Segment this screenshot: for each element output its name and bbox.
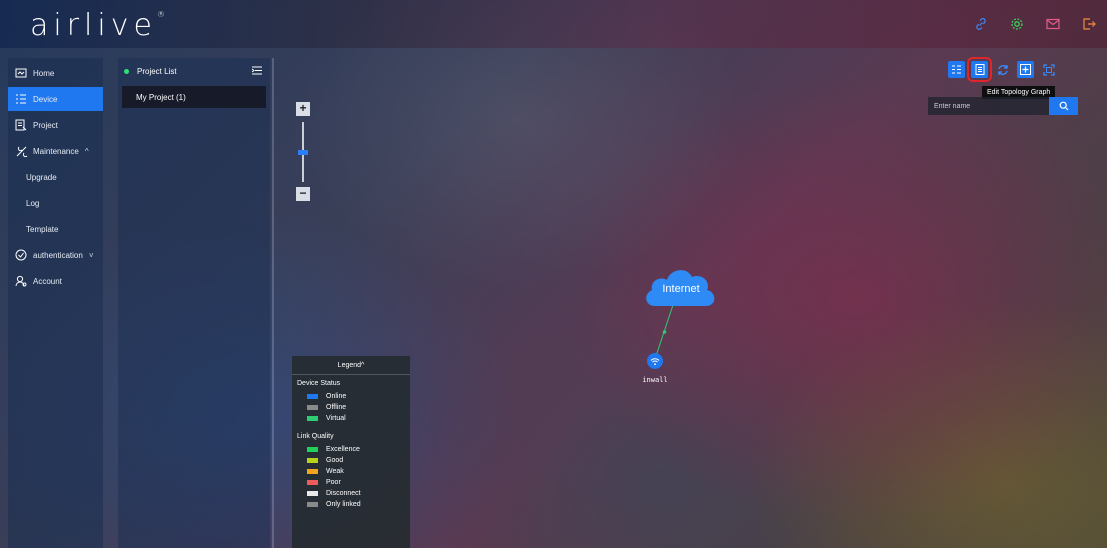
legend-item: Offline [292,402,410,413]
sidebar-item-template[interactable]: Template [8,217,103,241]
device-search [928,97,1078,115]
project-icon [14,118,28,132]
sidebar-item-label: Maintenance [33,146,79,156]
status-dot [124,68,129,74]
legend-toggle[interactable]: Legend^ [292,356,410,375]
legend-item: Online [292,391,410,402]
chevron-up-icon: ^ [84,146,89,156]
sidebar-item-label: Template [26,224,59,234]
wifi-device-icon[interactable] [647,353,663,369]
sidebar-item-maintenance[interactable]: Maintenance ^ [8,139,103,163]
zoom-slider-thumb[interactable] [298,150,308,155]
refresh-button[interactable] [994,61,1011,78]
mail-icon[interactable] [1043,14,1063,34]
add-box-icon [1020,64,1031,75]
airlive-logo[interactable]: airlive® [30,8,165,43]
sidebar-item-label: Project [33,120,58,130]
edit-topology-button[interactable] [967,57,992,82]
project-item[interactable]: My Project (1) [122,86,266,108]
link-icon[interactable] [971,14,991,34]
legend-item: Excellence [292,444,410,455]
sidebar-item-label: authentication [33,250,83,260]
legend-item: Good [292,455,410,466]
search-button[interactable] [1049,97,1078,115]
search-input[interactable] [928,97,1049,115]
sidebar-item-label: Upgrade [26,172,57,182]
top-header: airlive® [0,0,1107,48]
legend-panel: Legend^ Device Status Online Offline Vir… [292,356,410,548]
device-list-icon [14,92,28,106]
sidebar-nav: Home Device Project Maintenance ^ Upgrad… [8,58,103,548]
project-list-panel: Project List My Project (1) [118,58,270,548]
shield-check-icon [14,248,28,262]
topology-toolbar [948,57,1057,82]
project-list-title: Project List [137,66,177,76]
search-icon [1059,101,1068,111]
sidebar-item-upgrade[interactable]: Upgrade [8,165,103,189]
internet-label: Internet [662,283,700,295]
sidebar-item-project[interactable]: Project [8,113,103,137]
home-icon [14,66,28,80]
sidebar-item-label: Home [33,68,55,78]
device-status-title: Device Status [297,380,341,387]
legend-item: Only linked [292,499,410,510]
sidebar-item-label: Log [26,198,40,208]
tools-icon [14,144,28,158]
legend-item: Disconnect [292,488,410,499]
sidebar-item-label: Device [33,94,58,104]
edit-document-icon [975,64,984,75]
fit-screen-button[interactable] [1040,61,1057,78]
chevron-down-icon: ˅ [88,250,94,260]
sidebar-item-device[interactable]: Device [8,87,103,111]
legend-item: Poor [292,477,410,488]
sidebar-item-authentication[interactable]: authentication ˅ [8,243,103,267]
sidebar-item-label: Account [33,276,62,286]
account-icon [14,274,28,288]
refresh-icon [997,64,1008,75]
logout-icon[interactable] [1079,14,1099,34]
sidebar-item-log[interactable]: Log [8,191,103,215]
list-view-button[interactable] [948,61,965,78]
sidebar-item-home[interactable]: Home [8,61,103,85]
legend-item: Virtual [292,413,410,424]
panel-divider[interactable] [272,58,274,548]
zoom-out-button[interactable]: − [296,187,310,201]
list-view-icon [952,65,961,74]
settings-icon[interactable] [1007,14,1027,34]
device-label: inwall [642,376,668,384]
link-quality-title: Link Quality [297,433,334,440]
legend-item: Weak [292,466,410,477]
fit-screen-icon [1042,63,1055,76]
add-node-button[interactable] [1017,61,1034,78]
project-list-header: Project List [118,58,270,84]
zoom-in-button[interactable]: + [296,102,310,116]
sidebar-item-account[interactable]: Account [8,269,103,293]
header-icon-bar [971,14,1099,34]
collapse-list-icon[interactable] [251,66,262,75]
